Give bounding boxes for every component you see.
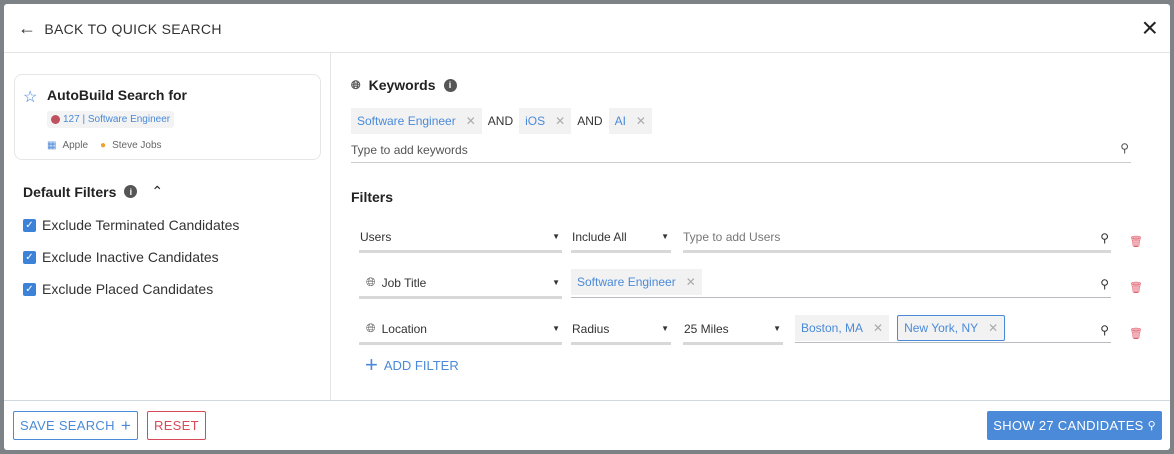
search-icon[interactable]: ⚲ — [1100, 277, 1109, 291]
operator-label: AND — [487, 114, 514, 128]
autobuild-card: ☆ AutoBuild Search for 127 | Software En… — [14, 74, 321, 160]
checkbox-checked-icon: ✓ — [23, 282, 36, 296]
remove-icon[interactable]: ✕ — [686, 275, 696, 289]
save-search-button[interactable]: SAVE SEARCH + — [13, 411, 139, 440]
search-icon: ⚲ — [1147, 420, 1156, 432]
reset-button[interactable]: RESET — [147, 411, 206, 440]
sparkle-star-icon: ☆ — [23, 89, 38, 106]
checkbox-checked-icon: ✓ — [23, 218, 36, 232]
trash-icon[interactable]: 🗑︎ — [1129, 235, 1143, 248]
keyword-tags: Software Engineer ✕ AND iOS ✕ AND AI ✕ — [351, 108, 652, 134]
remove-icon[interactable]: ✕ — [988, 321, 998, 335]
building-icon: ▦ — [47, 140, 57, 151]
radius-distance-select[interactable]: 25 Miles ▼ — [683, 315, 783, 345]
job-title-input[interactable]: Software Engineer ✕ ⚲ — [571, 269, 1111, 298]
keywords-input[interactable]: Type to add keywords ⚲ — [351, 141, 1131, 163]
remove-icon[interactable]: ✕ — [873, 321, 883, 335]
default-filters-heading: Default Filters i ⌃ — [23, 183, 164, 200]
chevron-up-icon[interactable]: ⌃ — [151, 183, 163, 200]
location-field-select[interactable]: 🌐︎ Location ▼ — [359, 315, 562, 345]
search-modal: ← BACK TO QUICK SEARCH × ☆ AutoBuild Sea… — [4, 4, 1170, 450]
caret-down-icon: ▼ — [552, 278, 560, 287]
status-dot-icon — [51, 115, 60, 124]
info-icon[interactable]: i — [443, 78, 457, 92]
search-icon[interactable]: ⚲ — [1100, 323, 1109, 337]
company: ▦ Apple — [47, 140, 89, 151]
plus-icon: + — [365, 352, 378, 377]
contact: ● Steve Jobs — [100, 140, 162, 151]
add-filter-button[interactable]: + ADD FILTER — [365, 352, 459, 377]
remove-icon[interactable]: ✕ — [555, 114, 565, 128]
exclude-inactive-checkbox[interactable]: ✓ Exclude Inactive Candidates — [23, 249, 219, 265]
modal-header: ← BACK TO QUICK SEARCH × — [4, 4, 1170, 53]
keyword-tag[interactable]: Software Engineer ✕ — [351, 108, 482, 134]
globe-icon: 🌐︎ — [366, 321, 376, 335]
job-chip[interactable]: 127 | Software Engineer — [47, 111, 175, 128]
users-input[interactable]: Type to add Users ⚲ — [683, 223, 1111, 253]
close-icon[interactable]: × — [1142, 14, 1158, 42]
job-title-tag[interactable]: Software Engineer ✕ — [571, 269, 702, 295]
caret-down-icon: ▼ — [773, 324, 781, 333]
keyword-tag[interactable]: AI ✕ — [608, 108, 652, 134]
back-to-quick-search-button[interactable]: ← BACK TO QUICK SEARCH — [18, 18, 222, 39]
caret-down-icon: ▼ — [661, 324, 669, 333]
location-tag[interactable]: New York, NY ✕ — [897, 315, 1006, 341]
exclude-placed-checkbox[interactable]: ✓ Exclude Placed Candidates — [23, 281, 213, 297]
autobuild-meta: ▦ Apple ● Steve Jobs — [47, 140, 162, 151]
exclude-terminated-checkbox[interactable]: ✓ Exclude Terminated Candidates — [23, 217, 239, 233]
globe-icon: 🌐︎ — [351, 77, 361, 92]
operator-label: AND — [577, 114, 603, 128]
remove-icon[interactable]: ✕ — [636, 114, 646, 128]
info-icon[interactable]: i — [124, 185, 138, 198]
trash-icon[interactable]: 🗑︎ — [1129, 281, 1143, 294]
location-input[interactable]: Boston, MA ✕ New York, NY ✕ ⚲ — [795, 315, 1111, 343]
autobuild-title: AutoBuild Search for — [47, 87, 188, 103]
location-tag[interactable]: Boston, MA ✕ — [795, 315, 890, 341]
right-panel: 🌐︎ Keywords i Software Engineer ✕ AND iOS… — [332, 53, 1170, 400]
modal-footer: SAVE SEARCH + RESET SHOW 27 CANDIDATES ⚲ — [4, 400, 1170, 450]
keywords-heading: 🌐︎ Keywords i — [351, 77, 457, 93]
left-panel: ☆ AutoBuild Search for 127 | Software En… — [4, 53, 331, 400]
caret-down-icon: ▼ — [552, 324, 560, 333]
caret-down-icon: ▼ — [661, 232, 669, 241]
users-field-select[interactable]: Users ▼ — [359, 223, 562, 253]
show-candidates-button[interactable]: SHOW 27 CANDIDATES ⚲ — [987, 411, 1162, 440]
filters-heading: Filters — [351, 189, 394, 205]
trash-icon[interactable]: 🗑︎ — [1129, 327, 1143, 340]
checkbox-checked-icon: ✓ — [23, 250, 36, 264]
search-icon[interactable]: ⚲ — [1120, 141, 1129, 155]
caret-down-icon: ▼ — [552, 232, 560, 241]
location-mode-select[interactable]: Radius ▼ — [571, 315, 671, 345]
plus-icon: + — [120, 415, 132, 435]
keyword-tag[interactable]: iOS ✕ — [519, 108, 572, 134]
globe-icon: 🌐︎ — [366, 275, 376, 289]
job-title-field-select[interactable]: 🌐︎ Job Title ▼ — [359, 269, 562, 299]
arrow-left-icon: ← — [18, 18, 37, 38]
users-mode-select[interactable]: Include All ▼ — [571, 223, 671, 253]
person-icon: ● — [100, 140, 107, 151]
search-icon[interactable]: ⚲ — [1100, 231, 1109, 245]
remove-icon[interactable]: ✕ — [466, 114, 476, 128]
